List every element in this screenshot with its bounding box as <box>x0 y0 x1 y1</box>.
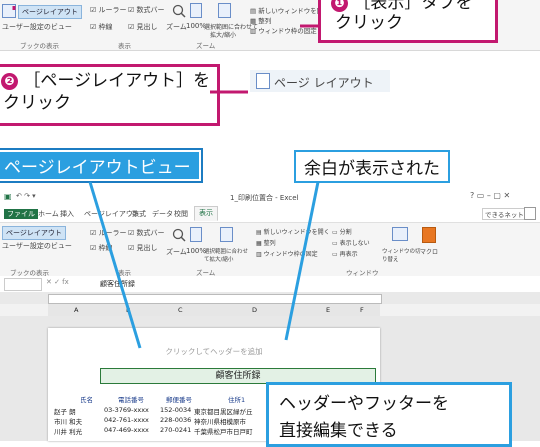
page-layout-zoom-label: ページ レイアウト <box>250 70 390 92</box>
th-addr[interactable]: 住所1 <box>228 394 245 404</box>
th-phone[interactable]: 電話番号 <box>118 394 144 404</box>
th-zip[interactable]: 郵便番号 <box>166 394 192 404</box>
page-layout-icon <box>256 73 270 89</box>
pointer-lines <box>88 181 320 349</box>
th-name[interactable]: 氏名 <box>80 394 93 404</box>
label-header-footer: ヘッダーやフッターを 直接編集できる <box>266 382 512 447</box>
